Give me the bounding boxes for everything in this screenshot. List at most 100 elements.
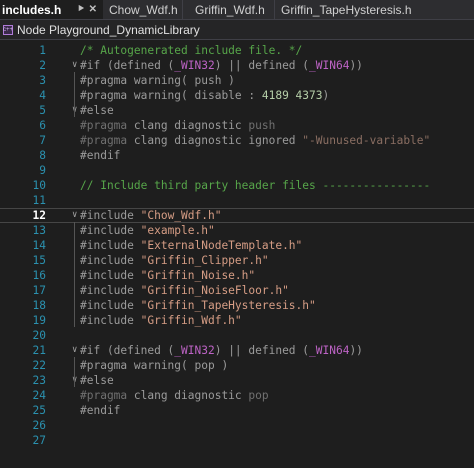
tab-chow-wdf-h[interactable]: Chow_Wdf.h: [103, 0, 182, 19]
line-number: 14: [32, 239, 46, 252]
code-line[interactable]: 5∨#else: [0, 103, 474, 118]
line-number: 21: [32, 344, 46, 357]
code-line[interactable]: 7 #pragma clang diagnostic ignored "-Wunu…: [0, 133, 474, 148]
code-line[interactable]: 21 ∨ #if (defined (_WIN32) || defined (_WI…: [0, 343, 474, 358]
code-text: #endif: [80, 148, 120, 163]
code-token: #pragma: [80, 389, 134, 402]
code-token: #include: [80, 299, 141, 312]
code-line[interactable]: 4 #pragma warning( disable : 4189 4373): [0, 88, 474, 103]
line-number: 19: [32, 314, 46, 327]
code-text: #else: [80, 373, 114, 388]
code-line[interactable]: 15 #include "Griffin_Clipper.h": [0, 253, 474, 268]
code-text: #pragma warning( push ): [80, 73, 235, 88]
line-number: 11: [32, 194, 46, 207]
code-token: ) || defined (: [214, 59, 310, 72]
line-number: 15: [32, 254, 46, 267]
tab-griffin-wdf-h[interactable]: Griffin_Wdf.h: [183, 0, 274, 19]
code-token: /* Autogenerated include file. */: [80, 44, 303, 57]
line-number: 12: [32, 209, 46, 222]
code-line[interactable]: 25 #endif: [0, 403, 474, 418]
code-token: #include: [80, 239, 141, 252]
code-text: #include "Griffin_Noise.h": [80, 268, 255, 283]
code-token: clang diagnostic: [133, 119, 249, 132]
code-token: #include: [80, 314, 141, 327]
line-number: 8: [39, 149, 46, 162]
code-text: // Include third party header files ----…: [80, 178, 430, 193]
line-number: 3: [39, 74, 46, 87]
project-navigation-bar[interactable]: c++ Node Playground_DynamicLibrary: [0, 20, 474, 40]
code-token: "Chow_Wdf.h": [140, 209, 222, 222]
close-icon[interactable]: ✕: [89, 4, 97, 15]
code-line[interactable]: 19 #include "Griffin_Wdf.h": [0, 313, 474, 328]
code-token: #endif: [80, 404, 121, 417]
document-tab-bar: includes.h ⯈ ✕ Chow_Wdf.h Griffin_Wdf.h …: [0, 0, 474, 20]
line-number: 18: [32, 299, 46, 312]
code-token: clang diagnostic: [133, 389, 249, 402]
code-token: ) || defined (: [214, 344, 310, 357]
code-line[interactable]: 17 #include "Griffin_NoiseFloor.h": [0, 283, 474, 298]
code-token: pop: [248, 389, 269, 402]
code-token: clang diagnostic ignored: [133, 134, 303, 147]
code-line[interactable]: 23∨#else: [0, 373, 474, 388]
code-line[interactable]: 1 /* Autogenerated include file. */: [0, 43, 474, 58]
code-token: #include: [80, 254, 141, 267]
code-editor[interactable]: 1/* Autogenerated include file. */2 ∨ #if …: [0, 40, 474, 468]
code-line[interactable]: 2 ∨ #if (defined (_WIN32) || defined (_WIN…: [0, 58, 474, 73]
code-text: #include "Griffin_NoiseFloor.h": [80, 283, 289, 298]
code-token: "Griffin_Noise.h": [140, 269, 256, 282]
line-number: 5: [39, 104, 46, 117]
project-name[interactable]: Node Playground_DynamicLibrary: [17, 23, 200, 37]
code-line[interactable]: 6 #pragma clang diagnostic push: [0, 118, 474, 133]
code-line[interactable]: 9: [0, 163, 474, 178]
code-token: #include: [80, 209, 141, 222]
line-number: 24: [32, 389, 46, 402]
code-text: #if (defined (_WIN32) || defined (_WIN64…: [80, 58, 363, 73]
code-line[interactable]: 12 ∨ #include "Chow_Wdf.h": [0, 208, 474, 223]
line-number: 1: [39, 44, 46, 57]
tab-griffin-tapehysteresis-h[interactable]: Griffin_TapeHysteresis.h: [275, 0, 474, 19]
fold-toggle-icon[interactable]: ∨: [72, 209, 77, 222]
code-line[interactable]: 22 #pragma warning( pop ): [0, 358, 474, 373]
code-text: #else: [80, 103, 114, 118]
code-text: #include "Chow_Wdf.h": [80, 209, 221, 222]
fold-toggle-icon[interactable]: ∨: [72, 343, 77, 358]
code-token: #include: [80, 269, 141, 282]
pin-icon[interactable]: ⯈: [77, 4, 85, 15]
code-line[interactable]: 14 #include "ExternalNodeTemplate.h": [0, 238, 474, 253]
code-line[interactable]: 16 #include "Griffin_Noise.h": [0, 268, 474, 283]
code-line[interactable]: 20: [0, 328, 474, 343]
code-text: #include "Griffin_Clipper.h": [80, 253, 269, 268]
code-line[interactable]: 13 #include "example.h": [0, 223, 474, 238]
code-line[interactable]: 10 // Include third party header files --…: [0, 178, 474, 193]
code-line[interactable]: 3 #pragma warning( push ): [0, 73, 474, 88]
code-token: #include: [80, 284, 141, 297]
tab-label: Chow_Wdf.h: [109, 2, 178, 17]
line-number: 7: [39, 134, 46, 147]
tab-label: Griffin_TapeHysteresis.h: [281, 2, 412, 17]
code-text: #pragma warning( pop ): [80, 358, 228, 373]
line-number: 22: [32, 359, 46, 372]
code-line[interactable]: 18 #include "Griffin_TapeHysteresis.h": [0, 298, 474, 313]
code-text: #include "Griffin_TapeHysteresis.h": [80, 298, 316, 313]
line-number: 20: [32, 329, 46, 342]
code-token: #else: [80, 104, 114, 117]
code-token: #else: [80, 374, 114, 387]
code-token: 4189 4373: [261, 89, 323, 102]
line-number: 2: [39, 59, 46, 72]
fold-toggle-icon[interactable]: ∨: [72, 58, 77, 73]
code-text: #pragma clang diagnostic push: [80, 118, 275, 133]
code-text: #endif: [80, 403, 120, 418]
fold-guide-line: [74, 222, 75, 327]
code-line[interactable]: 8 #endif: [0, 148, 474, 163]
code-text: #pragma clang diagnostic ignored "-Wunus…: [80, 133, 430, 148]
cpp-project-icon: c++: [3, 24, 14, 35]
code-line[interactable]: 27: [0, 433, 474, 448]
code-token: #pragma: [80, 119, 134, 132]
code-line[interactable]: 24 #pragma clang diagnostic pop: [0, 388, 474, 403]
line-number: 26: [32, 419, 46, 432]
code-line[interactable]: 26: [0, 418, 474, 433]
tab-includes-h[interactable]: includes.h ⯈ ✕: [0, 0, 103, 19]
code-token: "Griffin_Wdf.h": [140, 314, 242, 327]
code-token: #pragma warning( disable :: [80, 89, 262, 102]
code-line[interactable]: 11: [0, 193, 474, 208]
